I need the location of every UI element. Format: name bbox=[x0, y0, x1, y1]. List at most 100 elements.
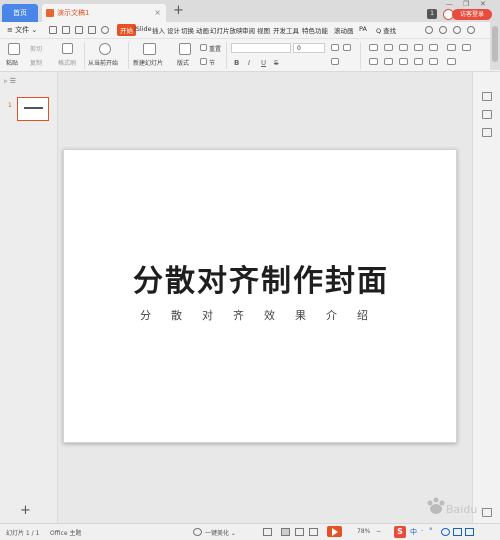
share-icon[interactable] bbox=[439, 26, 447, 34]
menu-item-view[interactable]: 视图 bbox=[257, 25, 270, 35]
normal-view-icon[interactable] bbox=[281, 528, 290, 536]
slide-subtitle[interactable]: 分散对齐效果介绍 bbox=[114, 307, 414, 323]
format-painter-icon[interactable] bbox=[62, 43, 73, 54]
align-center-icon[interactable] bbox=[384, 58, 393, 65]
grid-icon[interactable] bbox=[482, 508, 492, 517]
slide-thumbnail[interactable] bbox=[17, 97, 49, 121]
ime-logo[interactable]: S bbox=[394, 526, 406, 538]
reset-icon[interactable] bbox=[200, 44, 207, 51]
beautify-icon[interactable] bbox=[193, 528, 202, 536]
numbering-icon[interactable] bbox=[384, 44, 393, 51]
bullets-icon[interactable] bbox=[369, 44, 378, 51]
menu-item-features[interactable]: 特色功能 bbox=[302, 25, 328, 35]
section-button[interactable]: 节 bbox=[209, 58, 215, 67]
ime-punctuation[interactable]: · bbox=[421, 527, 423, 535]
text-align-icon[interactable] bbox=[447, 58, 456, 65]
menu-item-slideshow[interactable]: 幻灯片放映 bbox=[210, 25, 243, 35]
tab-document[interactable]: 演示文稿1 × bbox=[42, 4, 166, 22]
print-icon[interactable] bbox=[75, 26, 83, 34]
menu-item-scroll-animation[interactable]: 滚动画 bbox=[334, 25, 354, 35]
cloud-icon[interactable] bbox=[425, 26, 433, 34]
italic-button[interactable]: I bbox=[248, 59, 250, 67]
menu-item-islide[interactable]: iSlide bbox=[134, 25, 152, 33]
shrink-font-icon[interactable] bbox=[343, 44, 351, 51]
login-button[interactable]: 访客登录 bbox=[452, 9, 492, 20]
columns-icon[interactable] bbox=[462, 44, 471, 51]
collapse-pane-icon[interactable]: ▹ ☰ bbox=[4, 77, 16, 85]
play-from-current-icon[interactable] bbox=[99, 43, 111, 55]
restore-icon[interactable]: ❐ bbox=[463, 0, 469, 8]
text-direction-icon[interactable] bbox=[447, 44, 456, 51]
save-icon[interactable] bbox=[49, 26, 57, 34]
beautify-button[interactable]: 一键美化 ⌄ bbox=[205, 528, 236, 537]
paste-button[interactable]: 粘贴 bbox=[6, 58, 18, 67]
zoom-level[interactable]: 78% bbox=[357, 528, 370, 535]
animation-pane-icon[interactable] bbox=[482, 110, 492, 119]
font-family-select[interactable] bbox=[231, 43, 291, 53]
scroll-thumb[interactable] bbox=[492, 26, 498, 62]
menu-item-insert[interactable]: 插入 bbox=[152, 25, 165, 35]
menu-item-review[interactable]: 审阅 bbox=[242, 25, 255, 35]
copy-pane-icon[interactable] bbox=[482, 128, 492, 137]
format-painter-button[interactable]: 格式刷 bbox=[58, 58, 76, 67]
add-slide-button[interactable]: + bbox=[20, 503, 31, 518]
window-count-badge[interactable]: 1 bbox=[427, 9, 437, 19]
new-tab-button[interactable]: + bbox=[173, 3, 184, 18]
slide[interactable]: 分散对齐制作封面 分散对齐效果介绍 bbox=[63, 149, 457, 443]
from-current-button[interactable]: 从当前开始 bbox=[88, 58, 118, 67]
bold-button[interactable]: B bbox=[234, 59, 239, 67]
cut-button[interactable]: 剪切 bbox=[30, 44, 42, 53]
layout-icon[interactable] bbox=[179, 43, 191, 55]
slide-editor-canvas[interactable]: 分散对齐制作封面 分散对齐效果介绍 bbox=[59, 72, 472, 523]
keyboard-icon[interactable] bbox=[465, 528, 474, 536]
font-color-icon[interactable] bbox=[331, 58, 339, 65]
paste-icon[interactable] bbox=[8, 43, 20, 55]
play-slideshow-button[interactable] bbox=[327, 526, 342, 537]
font-size-select[interactable]: 0 bbox=[293, 43, 325, 53]
close-window-icon[interactable]: ✕ bbox=[480, 0, 486, 8]
new-slide-icon[interactable] bbox=[143, 43, 156, 55]
notes-icon[interactable] bbox=[263, 528, 272, 536]
slide-sorter-icon[interactable] bbox=[295, 528, 304, 536]
ribbon-scrollbar[interactable] bbox=[490, 22, 500, 70]
underline-button[interactable]: U bbox=[261, 59, 266, 67]
preview-icon[interactable] bbox=[88, 26, 96, 34]
align-right-icon[interactable] bbox=[399, 58, 408, 65]
line-spacing-icon[interactable] bbox=[429, 44, 438, 51]
copy-button[interactable]: 复制 bbox=[30, 58, 42, 67]
reading-view-icon[interactable] bbox=[309, 528, 318, 536]
emoji-icon[interactable] bbox=[441, 528, 450, 536]
menu-item-developer[interactable]: 开发工具 bbox=[273, 25, 299, 35]
minimize-icon[interactable]: — bbox=[446, 0, 453, 8]
menu-item-design[interactable]: 设计 bbox=[167, 25, 180, 35]
indent-icon[interactable] bbox=[399, 44, 408, 51]
zoom-out-icon[interactable]: − bbox=[376, 528, 381, 535]
menu-item-pa[interactable]: PA bbox=[359, 25, 367, 33]
tab-home[interactable]: 首页 bbox=[2, 4, 38, 22]
layout-button[interactable]: 版式 bbox=[177, 58, 189, 67]
ime-language[interactable]: 中 bbox=[410, 527, 417, 537]
align-left-icon[interactable] bbox=[369, 58, 378, 65]
close-tab-icon[interactable]: × bbox=[154, 4, 161, 22]
outdent-icon[interactable] bbox=[414, 44, 423, 51]
justify-icon[interactable] bbox=[414, 58, 423, 65]
theme-name[interactable]: Office 主题 bbox=[50, 528, 81, 537]
ime-width[interactable]: ° bbox=[429, 527, 433, 535]
menu-item-transition[interactable]: 切换 bbox=[181, 25, 194, 35]
menu-item-animation[interactable]: 动画 bbox=[196, 25, 209, 35]
new-slide-button[interactable]: 新建幻灯片 bbox=[133, 58, 163, 67]
distributed-align-icon[interactable] bbox=[429, 58, 438, 65]
more-icon[interactable] bbox=[467, 26, 475, 34]
reset-button[interactable]: 重置 bbox=[209, 44, 221, 53]
search-button[interactable]: Q 查找 bbox=[376, 25, 396, 35]
grow-font-icon[interactable] bbox=[331, 44, 339, 51]
properties-icon[interactable] bbox=[482, 92, 492, 101]
slide-title[interactable]: 分散对齐制作封面 bbox=[64, 256, 458, 300]
microphone-icon[interactable] bbox=[453, 528, 462, 536]
export-icon[interactable] bbox=[62, 26, 70, 34]
file-menu[interactable]: ≡ 文件 ⌄ bbox=[7, 25, 37, 35]
edit-icon[interactable] bbox=[453, 26, 461, 34]
strikethrough-button[interactable]: S bbox=[274, 59, 278, 67]
section-icon[interactable] bbox=[200, 58, 207, 65]
undo-icon[interactable] bbox=[101, 26, 109, 34]
